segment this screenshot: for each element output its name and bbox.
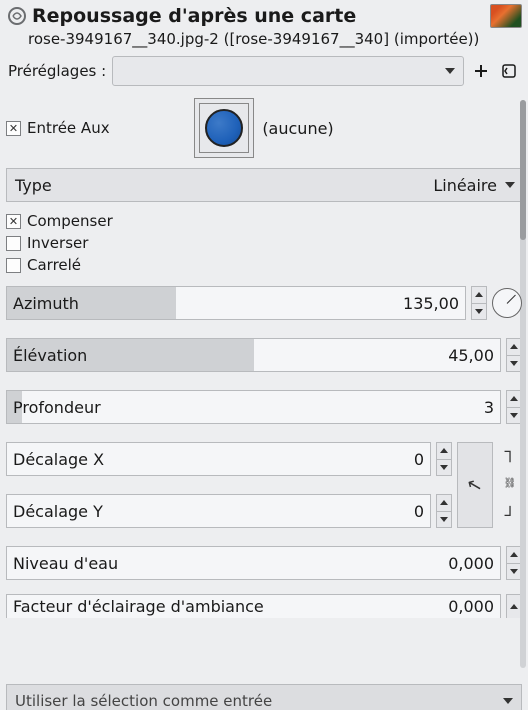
tiled-checkbox[interactable] bbox=[6, 258, 21, 273]
offset-x-value: 0 bbox=[414, 443, 424, 475]
ambient-slider[interactable]: Facteur d'éclairage d'ambiance 0,000 bbox=[6, 594, 501, 618]
type-combobox[interactable]: Type Linéaire bbox=[6, 168, 522, 202]
chevron-down-icon bbox=[445, 68, 455, 74]
layer-swatch-icon bbox=[205, 109, 243, 147]
type-value: Linéaire bbox=[433, 176, 497, 195]
azimuth-value: 135,00 bbox=[403, 287, 459, 319]
offset-x-slider[interactable]: Décalage X 0 bbox=[6, 442, 431, 476]
water-level-slider[interactable]: Niveau d'eau 0,000 bbox=[6, 546, 501, 580]
offset-link-button[interactable]: ↖ bbox=[457, 442, 493, 528]
offset-y-label: Décalage Y bbox=[7, 502, 103, 521]
chevron-down-icon bbox=[505, 182, 515, 188]
offset-y-spinner[interactable] bbox=[436, 494, 452, 528]
dialog-title: Repoussage d'après une carte bbox=[32, 5, 490, 27]
chevron-down-icon bbox=[503, 698, 513, 704]
manage-presets-button[interactable] bbox=[498, 60, 520, 82]
cursor-icon: ↖ bbox=[465, 473, 485, 497]
invert-label: Inverser bbox=[27, 234, 88, 252]
water-level-value: 0,000 bbox=[448, 547, 494, 579]
depth-slider[interactable]: Profondeur 3 bbox=[6, 390, 501, 424]
aux-input-label: Entrée Aux bbox=[27, 119, 110, 137]
offset-y-slider[interactable]: Décalage Y 0 bbox=[6, 494, 431, 528]
clip-label: Utiliser la sélection comme entrée bbox=[15, 692, 503, 710]
ambient-label: Facteur d'éclairage d'ambiance bbox=[7, 597, 264, 616]
ambient-value: 0,000 bbox=[448, 595, 494, 618]
layer-thumbnail bbox=[490, 4, 522, 28]
compensate-checkbox[interactable] bbox=[6, 214, 21, 229]
depth-label: Profondeur bbox=[7, 398, 101, 417]
dialog-subtitle: rose-3949167__340.jpg-2 ([rose-3949167__… bbox=[0, 30, 528, 56]
elevation-slider[interactable]: Élévation 45,00 bbox=[6, 338, 501, 372]
app-logo-icon bbox=[6, 5, 28, 27]
depth-value: 3 bbox=[484, 391, 494, 423]
azimuth-label: Azimuth bbox=[7, 294, 79, 313]
offset-y-value: 0 bbox=[414, 495, 424, 527]
presets-combobox[interactable] bbox=[112, 56, 464, 86]
aux-source-button[interactable] bbox=[194, 98, 254, 158]
presets-label: Préréglages : bbox=[8, 62, 106, 80]
type-label: Type bbox=[15, 176, 433, 195]
azimuth-slider[interactable]: Azimuth 135,00 bbox=[6, 286, 466, 320]
offset-x-spinner[interactable] bbox=[436, 442, 452, 476]
add-preset-button[interactable] bbox=[470, 60, 492, 82]
tiled-label: Carrelé bbox=[27, 256, 81, 274]
azimuth-angle-wheel[interactable] bbox=[492, 288, 522, 318]
aux-input-checkbox[interactable] bbox=[6, 121, 21, 136]
invert-checkbox[interactable] bbox=[6, 236, 21, 251]
offset-x-label: Décalage X bbox=[7, 450, 104, 469]
azimuth-spinner[interactable] bbox=[471, 286, 487, 320]
offset-chain-indicator: ┐⛓┘ bbox=[498, 442, 522, 528]
water-level-label: Niveau d'eau bbox=[7, 554, 118, 573]
aux-input-value: (aucune) bbox=[262, 119, 333, 138]
compensate-label: Compenser bbox=[27, 212, 113, 230]
clip-combobox[interactable]: Utiliser la sélection comme entrée bbox=[6, 684, 522, 710]
scrollbar[interactable] bbox=[520, 100, 526, 668]
elevation-label: Élévation bbox=[7, 346, 87, 365]
elevation-value: 45,00 bbox=[448, 339, 494, 371]
